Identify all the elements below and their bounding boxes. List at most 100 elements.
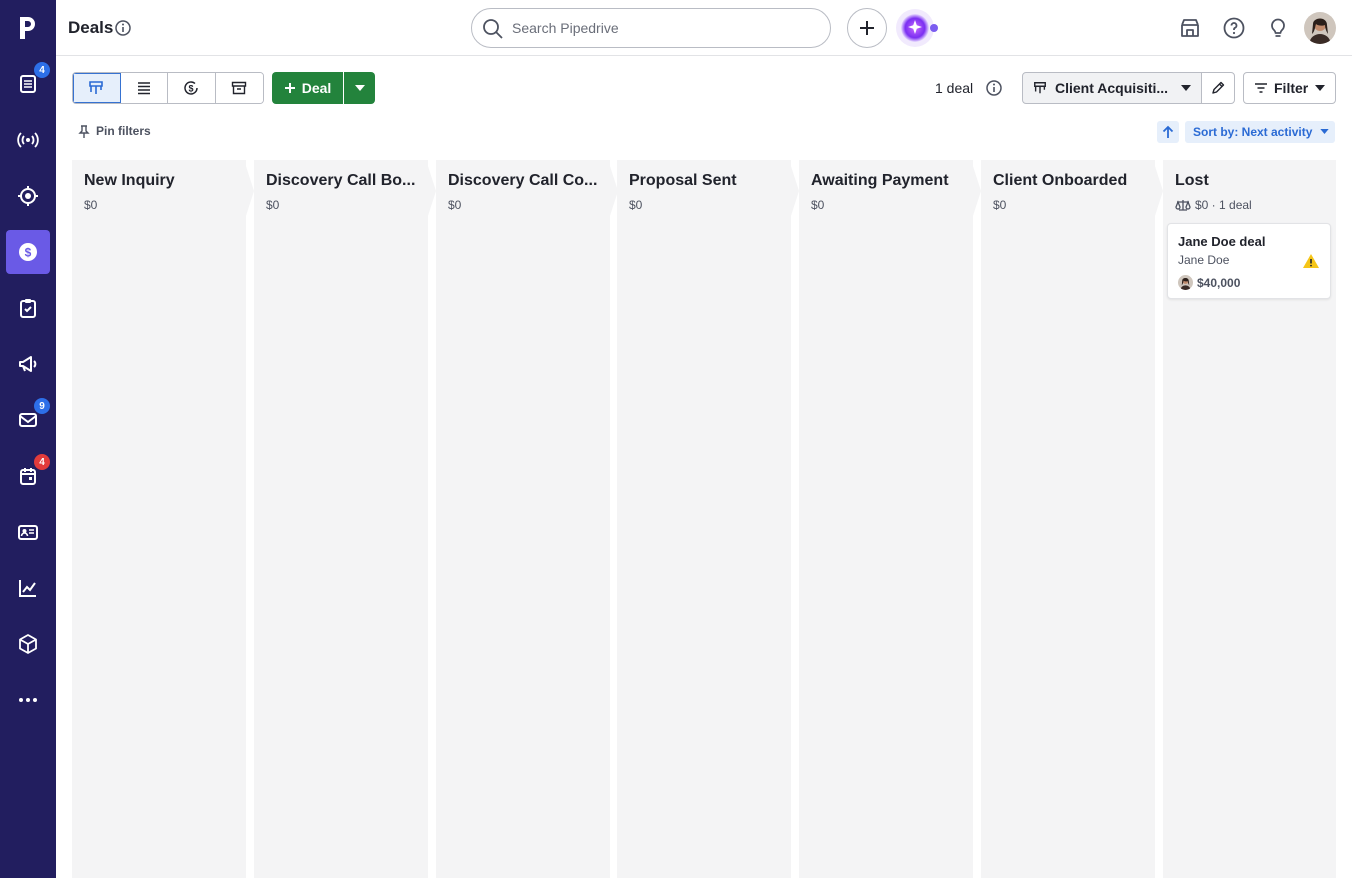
stage-name: Lost — [1175, 172, 1209, 189]
nav-more[interactable] — [6, 678, 50, 722]
search-icon — [483, 19, 503, 39]
sidebar: 4 $ 9 4 — [0, 0, 56, 878]
info-icon[interactable] — [114, 19, 132, 37]
stage-header[interactable]: Discovery Call Bo... $0 — [254, 160, 436, 222]
svg-text:$: $ — [25, 246, 32, 260]
list-view-icon — [137, 82, 150, 95]
stage-header[interactable]: Awaiting Payment $0 — [799, 160, 981, 222]
stage-summary: $0 · 1 deal — [1175, 198, 1252, 212]
mail-badge: 9 — [34, 398, 50, 414]
megaphone-icon — [19, 356, 37, 372]
filter-icon — [1255, 83, 1267, 93]
page-title: Deals — [68, 18, 114, 37]
caret-down-icon — [354, 85, 365, 91]
lightbulb-icon[interactable] — [1266, 16, 1290, 40]
help-icon[interactable] — [1222, 16, 1246, 40]
plus-icon — [284, 83, 295, 93]
deal-count: 1 deal — [935, 80, 974, 96]
stage-header[interactable]: Proposal Sent $0 — [617, 160, 799, 222]
caret-down-icon — [1181, 85, 1191, 91]
stage-name: Client Onboarded — [993, 172, 1128, 189]
add-deal-button[interactable]: Deal — [272, 72, 343, 104]
add-deal-dropdown-button[interactable] — [344, 72, 375, 104]
stage-column: Awaiting Payment $0 — [799, 160, 981, 878]
pipeline-name: Client Acquisiti... — [1055, 80, 1169, 96]
stage-header[interactable]: New Inquiry $0 — [72, 160, 254, 222]
pipeline-selector[interactable]: Client Acquisiti... — [1022, 72, 1202, 104]
stage-column: Client Onboarded $0 — [981, 160, 1163, 878]
stage-sum-value: $0 — [266, 198, 280, 212]
nav-products[interactable] — [6, 622, 50, 666]
nav-contacts[interactable] — [6, 510, 50, 554]
contacts-card-icon — [18, 525, 38, 540]
caret-down-icon — [1315, 85, 1325, 91]
filter-button[interactable]: Filter — [1243, 72, 1336, 104]
tasks-clipboard-icon — [20, 299, 36, 318]
pipeline-board: New Inquiry $0 Discovery Call Bo... $0 D… — [72, 160, 1336, 878]
edit-pipeline-button[interactable] — [1201, 72, 1235, 104]
stage-name: New Inquiry — [84, 172, 175, 189]
search-input[interactable] — [512, 18, 812, 38]
campaigns-radio-icon — [17, 132, 39, 148]
stage-header[interactable]: Client Onboarded $0 — [981, 160, 1163, 222]
deal-owner-avatar — [1178, 275, 1193, 290]
nav-campaigns[interactable] — [6, 118, 50, 162]
nav-leads[interactable]: 4 — [6, 62, 50, 106]
nav-calendar[interactable]: 4 — [6, 454, 50, 498]
sort-by-dropdown[interactable]: Sort by: Next activity — [1185, 121, 1335, 143]
nav-activities[interactable] — [6, 286, 50, 330]
pin-filters-label: Pin filters — [96, 124, 151, 138]
nav-leads-inbox[interactable] — [6, 174, 50, 218]
stage-summary: $0 — [84, 198, 97, 212]
mail-icon — [19, 413, 37, 427]
stage-name: Proposal Sent — [629, 172, 737, 189]
search-box[interactable] — [471, 8, 831, 48]
stage-header[interactable]: Lost $0 · 1 deal — [1163, 160, 1336, 222]
stage-column: New Inquiry $0 — [72, 160, 254, 878]
sparkle-ai-icon — [896, 9, 938, 47]
list-view-button[interactable] — [120, 73, 168, 103]
avatar-image — [1178, 275, 1193, 290]
stage-sum-value: $0 — [993, 198, 1007, 212]
top-bar: Deals — [56, 0, 1352, 56]
stage-summary: $0 — [266, 198, 279, 212]
stage-column: Discovery Call Bo... $0 — [254, 160, 436, 878]
deal-person: Jane Doe — [1178, 253, 1230, 267]
stage-name: Discovery Call Co... — [448, 172, 598, 189]
stage-column: Proposal Sent $0 — [617, 160, 799, 878]
stage-sum-value: $0 — [84, 198, 98, 212]
caret-down-icon — [1320, 129, 1329, 134]
pipedrive-logo[interactable] — [0, 0, 56, 56]
view-switcher: $ — [72, 72, 264, 104]
quick-add-button[interactable] — [847, 8, 887, 48]
stage-header[interactable]: Discovery Call Co... $0 — [436, 160, 618, 222]
products-box-icon — [19, 634, 37, 654]
deal-card[interactable]: Jane Doe deal Jane Doe $40,000 — [1167, 223, 1331, 299]
stage-name: Awaiting Payment — [811, 172, 949, 189]
nav-mail[interactable]: 9 — [6, 398, 50, 442]
insights-chart-icon — [19, 580, 36, 597]
pin-icon — [78, 124, 90, 138]
nav-insights[interactable] — [6, 566, 50, 610]
forecast-view-button[interactable]: $ — [168, 73, 216, 103]
info-icon[interactable] — [985, 79, 1003, 97]
plus-icon — [860, 21, 874, 35]
sort-by-label: Sort by: Next activity — [1193, 125, 1313, 139]
stage-sum-value: $0 — [448, 198, 462, 212]
pipeline-view-button[interactable] — [73, 73, 121, 103]
stage-sum-value: $0 · 1 deal — [1195, 198, 1252, 212]
ai-assistant-button[interactable] — [895, 8, 939, 48]
stage-name: Discovery Call Bo... — [266, 172, 416, 189]
marketplace-store-icon[interactable] — [1178, 16, 1202, 40]
archive-view-button[interactable] — [215, 73, 263, 103]
nav-deals[interactable]: $ — [6, 230, 50, 274]
user-avatar[interactable] — [1304, 12, 1336, 44]
deal-title[interactable]: Jane Doe deal — [1178, 234, 1265, 249]
sort-direction-button[interactable] — [1157, 121, 1179, 143]
nav-campaigns-megaphone[interactable] — [6, 342, 50, 386]
forecast-icon: $ — [184, 81, 198, 95]
arrow-up-icon — [1162, 125, 1174, 138]
warning-icon[interactable] — [1302, 253, 1320, 269]
pin-filters-link[interactable]: Pin filters — [78, 124, 151, 138]
stage-summary: $0 — [629, 198, 642, 212]
